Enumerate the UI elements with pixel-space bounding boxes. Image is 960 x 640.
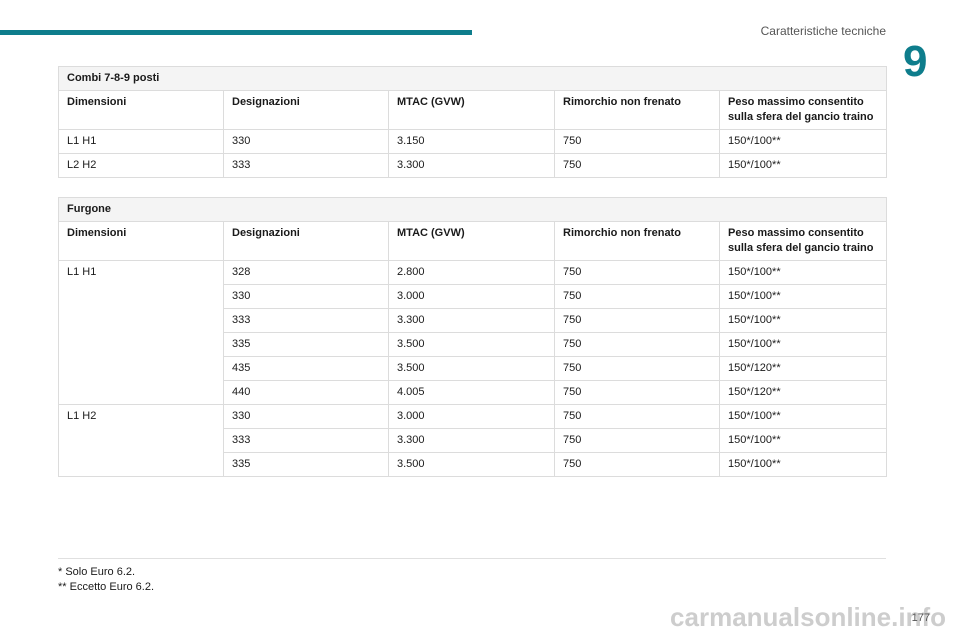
table-cell: 335 [223,332,389,357]
table-cell: 750 [554,153,720,178]
table-cell: 3.300 [388,308,555,333]
header-accent-bar [0,30,472,35]
table-cell: 333 [223,428,389,453]
table-row: 335 3.500 750 150*/100** [58,332,888,357]
table-cell: 3.000 [388,404,555,429]
chapter-number: 9 [903,37,928,86]
table-row: 335 3.500 750 150*/100** [58,452,888,477]
table-cell: 750 [554,284,720,309]
table-cell: L1 H1 [58,260,224,285]
table-cell: 750 [554,380,720,405]
table-cell: 2.800 [388,260,555,285]
table-row: 440 4.005 750 150*/120** [58,380,888,405]
table-cell: 750 [554,356,720,381]
table-cell: 435 [223,356,389,381]
table-cell: 3.300 [388,153,555,178]
footnotes: * Solo Euro 6.2. ** Eccetto Euro 6.2. [58,565,154,595]
column-header: Designazioni [223,90,389,130]
footnote: * Solo Euro 6.2. [58,566,136,578]
table-row: L1 H2 330 3.000 750 150*/100** [58,404,888,429]
page-number: 177 [911,612,930,624]
table-cell: 333 [223,153,389,178]
table-cell: 3.150 [388,129,555,154]
furgone-table: Furgone Dimensioni Designazioni MTAC (GV… [57,197,888,477]
table-cell: 150*/100** [718,284,888,309]
table-cell: 150*/100** [718,308,888,333]
table-cell: 750 [554,308,720,333]
column-header: MTAC (GVW) [388,90,555,130]
table-cell: 3.300 [388,428,555,453]
table-cell: 150*/100** [718,428,888,453]
table-cell: 750 [554,332,720,357]
table-cell [58,356,224,381]
table-cell [58,308,224,333]
table-cell: 750 [554,129,720,154]
column-header: Rimorchio non frenato [554,221,720,261]
column-header: Rimorchio non frenato [554,90,720,130]
column-header: MTAC (GVW) [388,221,555,261]
table-cell: 150*/100** [718,332,888,357]
column-header: Peso massimo consentito sulla sfera del … [719,90,887,130]
table-cell: 440 [223,380,389,405]
table-cell: 150*/120** [718,380,888,405]
table-cell: 150*/100** [719,153,887,178]
table-cell: 3.500 [388,356,555,381]
table-row: 435 3.500 750 150*/120** [58,356,888,381]
table-cell: 150*/120** [718,356,888,381]
table-cell: 150*/100** [718,404,888,429]
table-row: 333 3.300 750 150*/100** [58,428,888,453]
table-cell: 750 [554,452,720,477]
table-cell: 330 [223,129,389,154]
table-cell: 3.000 [388,284,555,309]
table-row: L1 H1 330 3.150 750 150*/100** [58,129,887,154]
table-cell: 150*/100** [719,129,887,154]
footnote-divider [58,558,886,559]
table-row: L1 H1 328 2.800 750 150*/100** [58,260,888,285]
column-header: Peso massimo consentito sulla sfera del … [718,221,888,261]
table-row: 330 3.000 750 150*/100** [58,284,888,309]
table-row: 333 3.300 750 150*/100** [58,308,888,333]
table-cell [58,284,224,309]
table-cell: 3.500 [388,332,555,357]
watermark: carmanualsonline.info [670,602,946,632]
table-cell [58,332,224,357]
table-cell: 750 [554,428,720,453]
table-cell: 4.005 [388,380,555,405]
table-cell: 333 [223,308,389,333]
table-cell: L1 H1 [58,129,224,154]
table-cell: 150*/100** [718,260,888,285]
table-title: Furgone [57,197,888,222]
footnote: ** Eccetto Euro 6.2. [58,581,154,593]
table-cell: 328 [223,260,389,285]
table-title: Combi 7-8-9 posti [58,66,887,91]
table-cell: 750 [554,404,720,429]
table-cell: 330 [223,404,389,429]
table-cell: 750 [554,260,720,285]
column-header: Dimensioni [58,221,224,261]
table-cell [58,428,224,453]
table-cell [58,452,224,477]
table-cell: L2 H2 [58,153,224,178]
section-title: Caratteristiche tecniche [760,24,886,38]
table-cell: 3.500 [388,452,555,477]
table-row: L2 H2 333 3.300 750 150*/100** [58,153,887,178]
table-cell: 335 [223,452,389,477]
table-cell: L1 H2 [58,404,224,429]
table-cell: 150*/100** [718,452,888,477]
table-cell: 330 [223,284,389,309]
combi-table: Combi 7-8-9 posti Dimensioni Designazion… [58,66,887,178]
column-header: Designazioni [223,221,389,261]
table-cell [58,380,224,405]
column-header: Dimensioni [58,90,224,130]
